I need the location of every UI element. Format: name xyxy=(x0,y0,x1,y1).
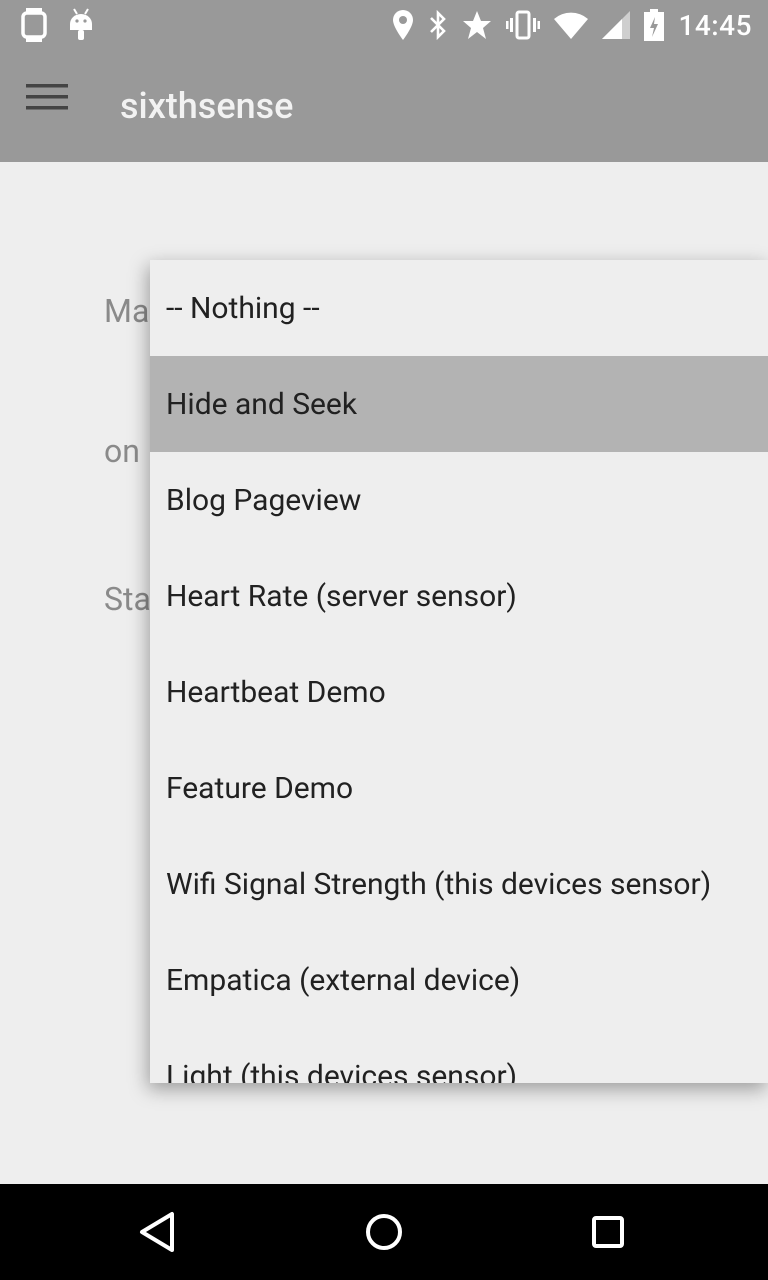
spinner-dropdown[interactable]: -- Nothing -- Hide and Seek Blog Pagevie… xyxy=(150,260,768,1083)
bluetooth-icon xyxy=(428,10,448,40)
vibrate-icon xyxy=(506,10,541,40)
hamburger-menu-button[interactable] xyxy=(26,84,86,128)
home-button[interactable] xyxy=(360,1208,408,1256)
dropdown-item-empatica[interactable]: Empatica (external device) xyxy=(150,932,768,1028)
back-triangle-icon xyxy=(136,1208,184,1256)
dropdown-item-light[interactable]: Light (this devices sensor) xyxy=(150,1028,768,1084)
recents-square-icon xyxy=(584,1208,632,1256)
dropdown-item-heartbeat-demo[interactable]: Heartbeat Demo xyxy=(150,644,768,740)
android-icon xyxy=(68,8,94,42)
background-label-on: on xyxy=(104,432,140,470)
star-icon xyxy=(462,10,492,40)
dropdown-item-nothing[interactable]: -- Nothing -- xyxy=(150,260,768,356)
app-title: sixthsense xyxy=(120,85,294,127)
location-icon xyxy=(392,10,414,40)
app-bar: sixthsense xyxy=(0,50,768,162)
dropdown-item-feature-demo[interactable]: Feature Demo xyxy=(150,740,768,836)
dropdown-item-wifi-signal-strength[interactable]: Wifi Signal Strength (this devices senso… xyxy=(150,836,768,932)
battery-icon xyxy=(644,9,665,41)
wifi-icon xyxy=(554,11,589,39)
dropdown-item-blog-pageview[interactable]: Blog Pageview xyxy=(150,452,768,548)
watch-icon xyxy=(20,8,48,42)
cell-signal-icon xyxy=(602,11,631,39)
back-button[interactable] xyxy=(136,1208,184,1256)
background-label-sta: Sta xyxy=(104,580,151,618)
dropdown-item-heart-rate[interactable]: Heart Rate (server sensor) xyxy=(150,548,768,644)
status-time: 14:45 xyxy=(678,8,752,42)
background-label-ma: Ma xyxy=(104,292,150,330)
status-bar: 14:45 xyxy=(0,0,768,50)
recents-button[interactable] xyxy=(584,1208,632,1256)
dropdown-item-hide-and-seek[interactable]: Hide and Seek xyxy=(150,356,768,452)
home-circle-icon xyxy=(360,1208,408,1256)
hamburger-menu-icon xyxy=(26,84,86,112)
navigation-bar xyxy=(0,1184,768,1280)
